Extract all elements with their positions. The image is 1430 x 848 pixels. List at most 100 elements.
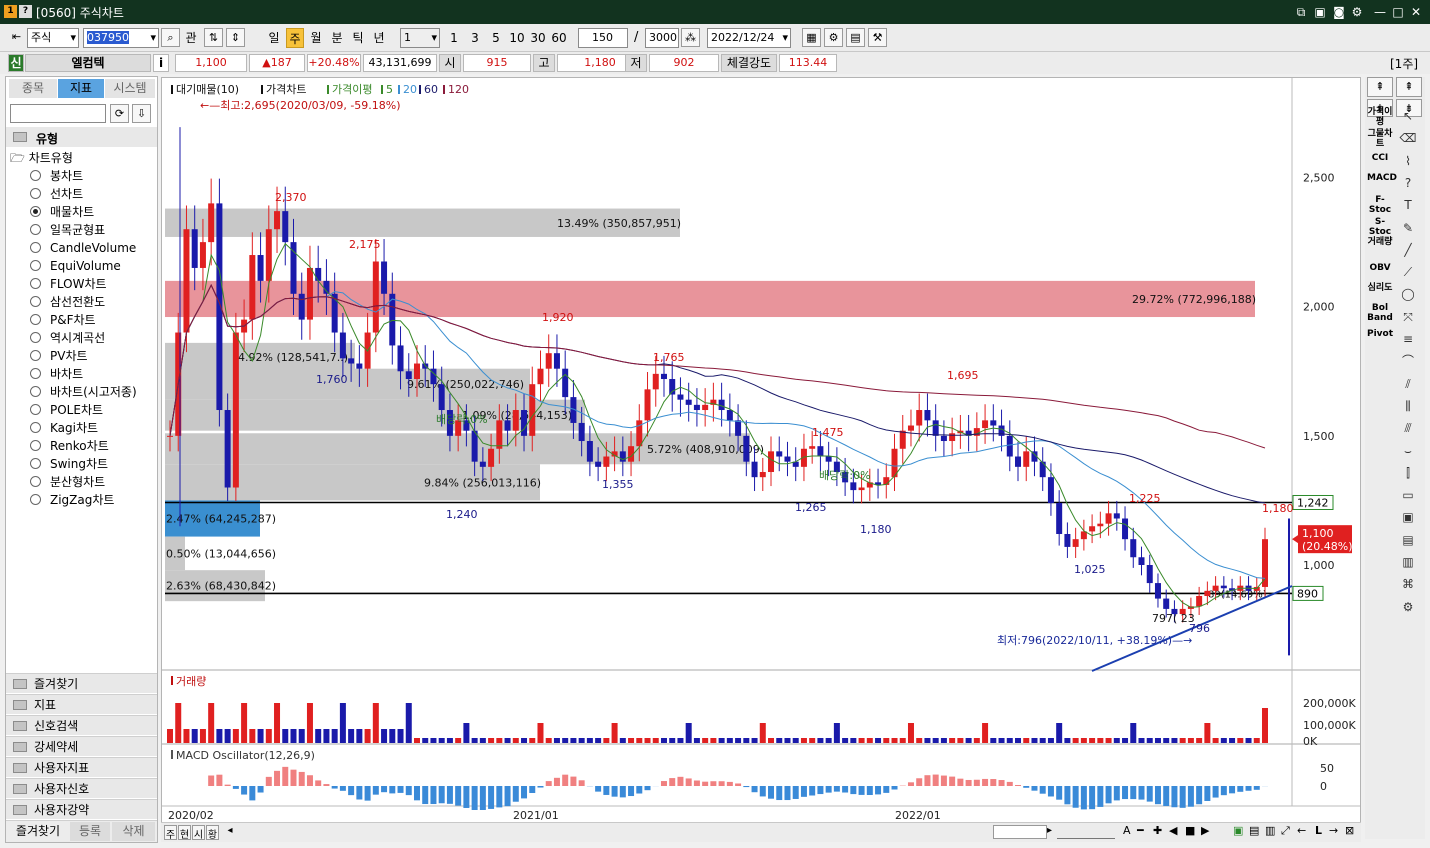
folder-2[interactable]: 신호검색 [6, 715, 157, 735]
indicator-shortcut-8[interactable]: 심리도 [1367, 283, 1393, 293]
btn-hwang[interactable]: 황 [206, 825, 219, 841]
drawing-tool-icon[interactable]: ? [1397, 174, 1419, 192]
folder-5[interactable]: 사용자신호 [6, 778, 157, 798]
chart-type-1[interactable]: 선차트 [30, 185, 150, 203]
count-input[interactable]: 150 [578, 28, 628, 48]
indicator-shortcut-1[interactable]: 그물차트 [1367, 129, 1393, 149]
drawing-tool-icon[interactable]: ◯ [1397, 285, 1419, 303]
folder-0[interactable]: 즐겨찾기 [6, 673, 157, 693]
period-month[interactable]: 월 [307, 28, 325, 48]
chart-type-14[interactable]: Kagi차트 [30, 419, 150, 437]
period-day[interactable]: 일 [265, 28, 283, 48]
drawing-tool-icon[interactable]: ╱ [1397, 241, 1419, 259]
chart-type-6[interactable]: FLOW차트 [30, 275, 150, 293]
layout-icon[interactable]: ▥ [1265, 824, 1275, 837]
indicator-shortcut-9[interactable]: Bol Band [1367, 303, 1393, 323]
link-icon[interactable]: ⧉ [1293, 4, 1309, 20]
drawing-tool-icon[interactable]: ≡ [1397, 330, 1419, 348]
market-select[interactable]: 주식 ▾ [27, 28, 79, 48]
chart-type-8[interactable]: P&F차트 [30, 311, 150, 329]
date-input[interactable]: 2022/12/24 ▾ [707, 28, 791, 48]
num-3[interactable]: 3 [466, 28, 484, 48]
help-badge[interactable]: ? [19, 5, 32, 18]
chart-type-12[interactable]: 바차트(시고저종) [30, 383, 150, 401]
drawing-tool-icon[interactable]: ↖ [1397, 107, 1419, 125]
drawing-tool-icon[interactable]: ⌒ [1397, 352, 1419, 370]
chart-area[interactable]: 13.49% (350,857,951) 29.72% (772,996,188)… [161, 77, 1361, 823]
settings-icon[interactable]: ⚙ [1349, 4, 1365, 20]
chart-type-18[interactable]: ZigZag차트 [30, 491, 150, 509]
period-year[interactable]: 년 [370, 28, 388, 48]
ruler-icon[interactable] [1057, 825, 1115, 839]
drawing-tool-icon[interactable]: ⫻ [1397, 419, 1419, 437]
scroll-left-icon[interactable]: ◂ [223, 825, 237, 840]
period-minute[interactable]: 분 [328, 28, 346, 48]
drawing-tool-icon[interactable]: ⤧ [1397, 308, 1419, 326]
camera-icon[interactable]: ◙ [1331, 4, 1347, 20]
num-60[interactable]: 60 [550, 28, 568, 48]
tab-favorites[interactable]: 즐겨찾기 [8, 822, 68, 841]
folder-1[interactable]: 지표 [6, 694, 157, 714]
tab-stocks[interactable]: 종목 [9, 79, 57, 98]
drawing-tool-icon[interactable]: ⌫ [1397, 129, 1419, 147]
chart-type-16[interactable]: Swing차트 [30, 455, 150, 473]
tab-system[interactable]: 시스템 [105, 79, 155, 98]
chart-type-10[interactable]: PV차트 [30, 347, 150, 365]
scroll-up2-icon[interactable]: ⇞ [1396, 77, 1422, 97]
chart-type-13[interactable]: POLE차트 [30, 401, 150, 419]
drawing-tool-icon[interactable]: ▥ [1397, 553, 1419, 571]
expand-icon[interactable]: ⊠ [1345, 824, 1354, 837]
chart-type-5[interactable]: EquiVolume [30, 257, 150, 275]
prev-icon[interactable]: ◀ [1169, 824, 1177, 837]
refresh-icon[interactable]: ⟳ [110, 104, 129, 123]
drawing-tool-icon[interactable]: ⫿ [1397, 464, 1419, 482]
register-button[interactable]: 등록 [70, 822, 110, 841]
interval-select[interactable]: 1 ▾ [400, 28, 440, 48]
minimize-icon[interactable]: — [1372, 4, 1388, 20]
gear-icon[interactable]: ⚙ [824, 28, 843, 47]
indicator-search-input[interactable] [10, 104, 106, 123]
indicator-shortcut-0[interactable]: 가격이평 [1367, 107, 1393, 127]
indicator-shortcut-6[interactable]: 거래량 [1367, 237, 1393, 247]
drawing-tool-icon[interactable]: ✎ [1397, 219, 1419, 237]
floppy-icon[interactable]: ▤ [846, 28, 865, 47]
tab-indicators[interactable]: 지표 [58, 79, 104, 98]
btn-hyeon[interactable]: 현 [178, 825, 191, 841]
drawing-tool-icon[interactable]: ⌘ [1397, 575, 1419, 593]
zoom-in-icon[interactable]: ✚ [1153, 824, 1162, 837]
indicator-shortcut-4[interactable]: F-Stoc [1367, 195, 1393, 215]
minmax-icon[interactable]: ⤢ [1281, 824, 1290, 838]
chart-type-11[interactable]: 바차트 [30, 365, 150, 383]
right-arrow-icon[interactable]: → [1329, 824, 1338, 837]
font-icon[interactable]: A [1123, 824, 1131, 837]
chart-type-9[interactable]: 역시계곡선 [30, 329, 150, 347]
search-icon[interactable]: ⌕ [161, 28, 180, 47]
indicator-shortcut-5[interactable]: S-Stoc [1367, 217, 1393, 237]
chart-type-15[interactable]: Renko차트 [30, 437, 150, 455]
download-icon[interactable]: ⇩ [132, 104, 151, 123]
drawing-tool-icon[interactable]: ▭ [1397, 486, 1419, 504]
tools-icon[interactable]: ⚒ [868, 28, 887, 47]
indicator-shortcut-2[interactable]: CCI [1367, 153, 1393, 163]
num-30[interactable]: 30 [529, 28, 547, 48]
indicator-shortcut-3[interactable]: MACD [1367, 173, 1397, 183]
chart-type-17[interactable]: 분산형차트 [30, 473, 150, 491]
btn-si[interactable]: 시 [192, 825, 205, 841]
drawing-tool-icon[interactable]: ⌣ [1397, 442, 1419, 460]
drawing-tool-icon[interactable]: ▤ [1397, 531, 1419, 549]
chart-type-4[interactable]: CandleVolume [30, 239, 150, 257]
maximize-icon[interactable]: □ [1390, 4, 1406, 20]
folder-6[interactable]: 사용자강약 [6, 799, 157, 819]
zoom-slider[interactable] [993, 825, 1047, 839]
drawing-tool-icon[interactable]: ⫼ [1397, 397, 1419, 415]
delete-button[interactable]: 삭제 [112, 822, 155, 841]
btn-ju[interactable]: 주 [164, 825, 177, 841]
scroll-up-icon[interactable]: ⇞ [1367, 77, 1393, 97]
grid-icon[interactable]: ⁂ [681, 28, 700, 47]
indicator-shortcut-7[interactable]: OBV [1367, 263, 1393, 273]
chart-type-0[interactable]: 봉차트 [30, 167, 150, 185]
toggle-icon[interactable]: ⇅ [204, 28, 223, 47]
zoom-out-icon[interactable]: ━ [1137, 824, 1144, 837]
num-5[interactable]: 5 [487, 28, 505, 48]
drawing-tool-icon[interactable]: ⌇ [1397, 152, 1419, 170]
